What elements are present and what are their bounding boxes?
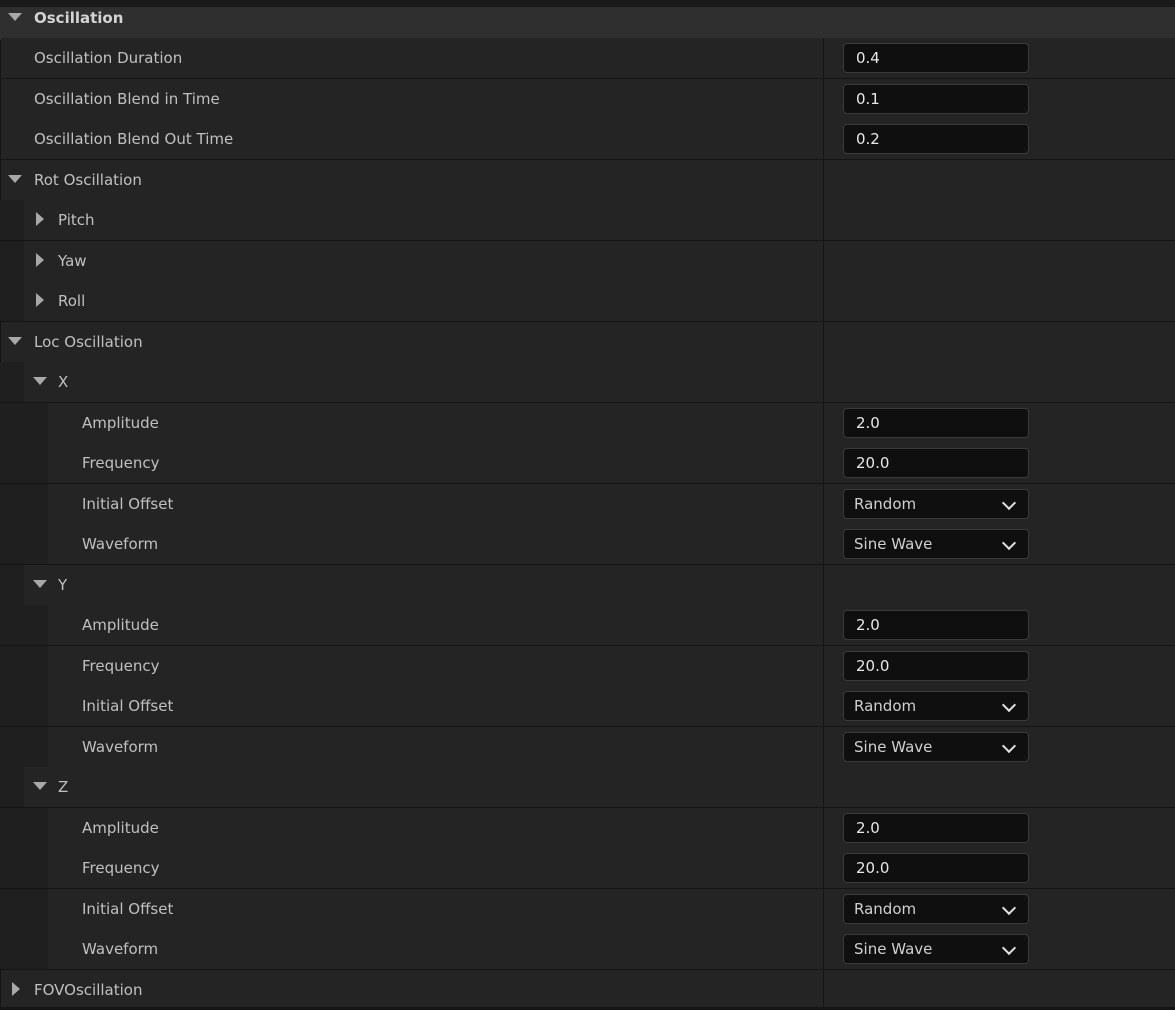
category-oscillation-label: Oscillation xyxy=(34,9,124,27)
property-row-y-waveform: Waveform Sine Wave xyxy=(0,727,1175,767)
property-row-z-frequency: Frequency 20.0 xyxy=(0,848,1175,888)
property-row-z-amplitude: Amplitude 2.0 xyxy=(0,808,1175,848)
loc-x-label: X xyxy=(58,373,69,391)
property-row-z-initial-offset: Initial Offset Random xyxy=(0,889,1175,929)
group-loc-x[interactable]: X xyxy=(0,362,1175,402)
blend-in-time-input[interactable]: 0.1 xyxy=(843,84,1029,114)
group-yaw[interactable]: Yaw xyxy=(0,241,1175,281)
triangle-right-icon[interactable] xyxy=(36,253,44,267)
property-row-x-frequency: Frequency 20.0 xyxy=(0,443,1175,483)
y-waveform-label: Waveform xyxy=(82,738,159,756)
x-waveform-dropdown[interactable]: Sine Wave xyxy=(843,529,1029,559)
z-waveform-value: Sine Wave xyxy=(854,940,933,958)
blend-out-time-input[interactable]: 0.2 xyxy=(843,124,1029,154)
property-row-y-amplitude: Amplitude 2.0 xyxy=(0,605,1175,645)
x-frequency-label: Frequency xyxy=(82,454,160,472)
triangle-down-icon[interactable] xyxy=(33,782,47,790)
x-initial-offset-value: Random xyxy=(854,495,917,513)
group-loc-z[interactable]: Z xyxy=(0,767,1175,807)
triangle-down-icon[interactable] xyxy=(8,13,22,21)
y-initial-offset-value: Random xyxy=(854,697,917,715)
property-row-y-frequency: Frequency 20.0 xyxy=(0,646,1175,686)
property-row-oscillation-duration: Oscillation Duration 0.4 xyxy=(0,38,1175,78)
y-frequency-input[interactable]: 20.0 xyxy=(843,651,1029,681)
property-row-x-amplitude: Amplitude 2.0 xyxy=(0,403,1175,443)
z-initial-offset-label: Initial Offset xyxy=(82,900,174,918)
group-loc-oscillation[interactable]: Loc Oscillation xyxy=(0,322,1175,362)
category-oscillation[interactable]: Oscillation xyxy=(0,0,1175,40)
x-amplitude-input[interactable]: 2.0 xyxy=(843,408,1029,438)
x-frequency-input[interactable]: 20.0 xyxy=(843,448,1029,478)
z-initial-offset-value: Random xyxy=(854,900,917,918)
triangle-down-icon[interactable] xyxy=(33,377,47,385)
triangle-right-icon[interactable] xyxy=(36,293,44,307)
x-waveform-value: Sine Wave xyxy=(854,535,933,553)
blend-in-time-label: Oscillation Blend in Time xyxy=(34,90,220,108)
chevron-down-icon xyxy=(1001,738,1017,754)
triangle-right-icon[interactable] xyxy=(36,212,44,226)
x-waveform-label: Waveform xyxy=(82,535,159,553)
group-pitch[interactable]: Pitch xyxy=(0,200,1175,240)
z-initial-offset-dropdown[interactable]: Random xyxy=(843,894,1029,924)
y-waveform-dropdown[interactable]: Sine Wave xyxy=(843,732,1029,762)
details-panel: Oscillation Oscillation Duration 0.4 Osc… xyxy=(0,0,1175,1007)
property-row-blend-out-time: Oscillation Blend Out Time 0.2 xyxy=(0,119,1175,159)
oscillation-duration-input[interactable]: 0.4 xyxy=(843,43,1029,73)
z-waveform-dropdown[interactable]: Sine Wave xyxy=(843,934,1029,964)
loc-z-label: Z xyxy=(58,778,69,796)
group-roll[interactable]: Roll xyxy=(0,281,1175,321)
oscillation-duration-label: Oscillation Duration xyxy=(34,49,183,67)
loc-y-label: Y xyxy=(58,576,68,594)
property-row-x-waveform: Waveform Sine Wave xyxy=(0,524,1175,564)
chevron-down-icon xyxy=(1001,900,1017,916)
y-amplitude-label: Amplitude xyxy=(82,616,159,634)
property-row-z-waveform: Waveform Sine Wave xyxy=(0,929,1175,969)
group-rot-oscillation[interactable]: Rot Oscillation xyxy=(0,160,1175,200)
property-row-y-initial-offset: Initial Offset Random xyxy=(0,686,1175,726)
triangle-down-icon[interactable] xyxy=(8,337,22,345)
y-waveform-value: Sine Wave xyxy=(854,738,933,756)
y-initial-offset-label: Initial Offset xyxy=(82,697,174,715)
chevron-down-icon xyxy=(1001,495,1017,511)
y-initial-offset-dropdown[interactable]: Random xyxy=(843,691,1029,721)
pitch-label: Pitch xyxy=(58,211,95,229)
loc-oscillation-label: Loc Oscillation xyxy=(34,333,143,351)
blend-out-time-label: Oscillation Blend Out Time xyxy=(34,130,234,148)
z-frequency-input[interactable]: 20.0 xyxy=(843,853,1029,883)
z-frequency-label: Frequency xyxy=(82,859,160,877)
fov-oscillation-label: FOVOscillation xyxy=(34,981,143,999)
chevron-down-icon xyxy=(1001,697,1017,713)
chevron-down-icon xyxy=(1001,940,1017,956)
z-amplitude-label: Amplitude xyxy=(82,819,159,837)
z-waveform-label: Waveform xyxy=(82,940,159,958)
roll-label: Roll xyxy=(58,292,86,310)
yaw-label: Yaw xyxy=(58,252,87,270)
group-loc-y[interactable]: Y xyxy=(0,565,1175,605)
group-fov-oscillation[interactable]: FOVOscillation xyxy=(0,970,1175,1007)
triangle-down-icon[interactable] xyxy=(8,175,22,183)
triangle-down-icon[interactable] xyxy=(33,580,47,588)
triangle-right-icon[interactable] xyxy=(12,982,20,996)
x-initial-offset-dropdown[interactable]: Random xyxy=(843,489,1029,519)
x-amplitude-label: Amplitude xyxy=(82,414,159,432)
x-initial-offset-label: Initial Offset xyxy=(82,495,174,513)
property-row-x-initial-offset: Initial Offset Random xyxy=(0,484,1175,524)
y-amplitude-input[interactable]: 2.0 xyxy=(843,610,1029,640)
property-row-blend-in-time: Oscillation Blend in Time 0.1 xyxy=(0,79,1175,119)
y-frequency-label: Frequency xyxy=(82,657,160,675)
rot-oscillation-label: Rot Oscillation xyxy=(34,171,142,189)
chevron-down-icon xyxy=(1001,535,1017,551)
z-amplitude-input[interactable]: 2.0 xyxy=(843,813,1029,843)
